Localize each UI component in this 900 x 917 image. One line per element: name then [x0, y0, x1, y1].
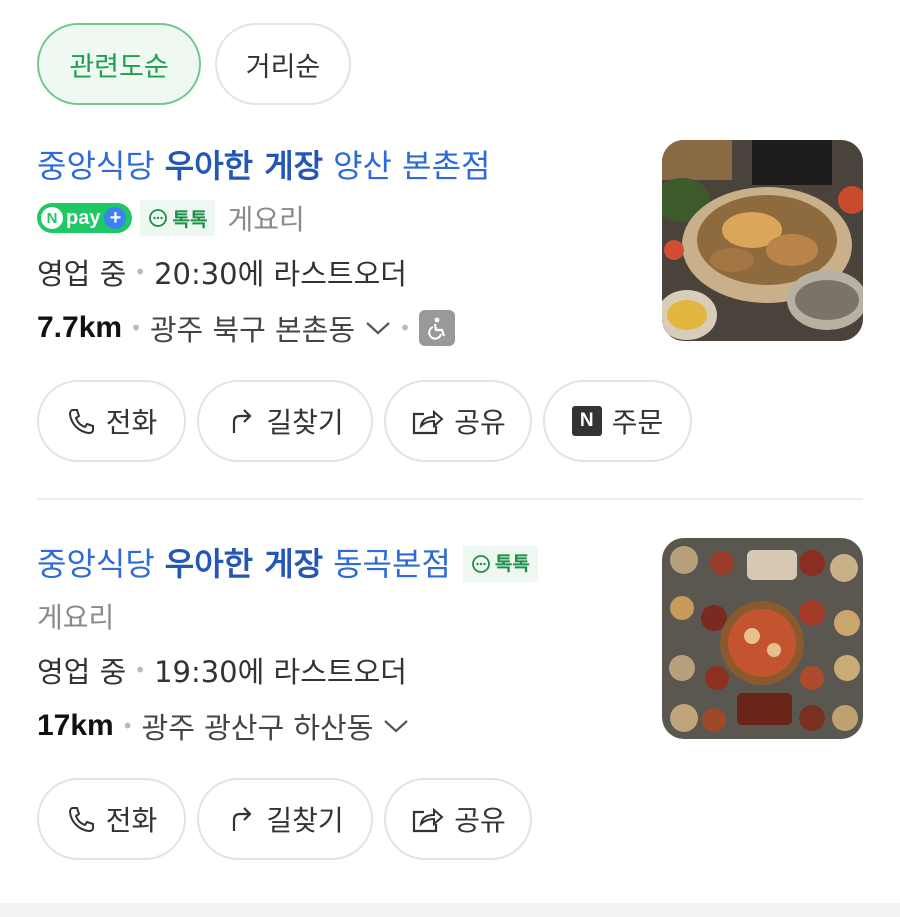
sort-options: 관련도순 거리순	[37, 23, 351, 105]
talktalk-label: 톡톡	[172, 208, 208, 231]
wheelchair-icon	[418, 310, 455, 346]
npay-plus-icon: +	[104, 207, 127, 229]
npay-n-icon: N	[41, 207, 63, 229]
chat-bubble-icon	[149, 209, 168, 227]
last-order-time: 20:30에 라스트오더	[154, 257, 407, 291]
last-order-time: 19:30에 라스트오더	[154, 655, 407, 689]
order-label: 주문	[611, 406, 664, 439]
call-label: 전화	[105, 804, 158, 837]
route-button[interactable]: 길찾기	[197, 778, 373, 860]
distance: 17km	[37, 709, 114, 742]
place-branch: 동곡본점	[333, 545, 451, 583]
naver-order-icon: N	[571, 406, 602, 436]
address-toggle[interactable]: 광주 북구 본촌동	[150, 307, 355, 349]
share-label: 공유	[454, 804, 506, 837]
separator-dot: •	[399, 316, 411, 340]
route-button[interactable]: 길찾기	[197, 380, 373, 462]
place-branch: 양산 본촌점	[333, 147, 491, 185]
talktalk-label: 톡톡	[494, 553, 530, 575]
separator-dot: •	[134, 658, 147, 682]
phone-icon	[68, 409, 94, 435]
route-arrow-icon	[233, 409, 252, 433]
business-status: 영업 중	[37, 655, 127, 689]
business-status: 영업 중	[37, 257, 127, 291]
separator-dot: •	[121, 714, 134, 738]
call-label: 전화	[105, 406, 158, 439]
place-category: 게요리	[37, 601, 115, 634]
route-arrow-icon	[233, 807, 252, 831]
phone-icon	[68, 807, 94, 833]
share-button[interactable]: 공유	[384, 778, 532, 860]
share-icon	[413, 807, 444, 833]
result-divider	[37, 498, 863, 500]
address: 광주 광산구 하산동	[141, 711, 374, 745]
action-buttons: 전화 길찾기 공유 N 주문	[37, 380, 692, 462]
section-end-band	[0, 903, 900, 917]
place-photo[interactable]	[662, 140, 863, 341]
place-highlight: 우아한 게장	[164, 147, 324, 185]
order-button[interactable]: N 주문	[543, 380, 692, 462]
npay-badge: N pay +	[37, 203, 133, 233]
talktalk-badge[interactable]: 톡톡	[140, 200, 216, 236]
address-toggle[interactable]: 광주 광산구 하산동	[142, 705, 374, 747]
call-button[interactable]: 전화	[37, 380, 186, 462]
chevron-down-icon[interactable]	[383, 718, 409, 734]
separator-dot: •	[134, 260, 147, 284]
talktalk-badge[interactable]: 톡톡	[462, 546, 538, 582]
share-icon	[413, 409, 444, 435]
sort-distance-chip[interactable]: 거리순	[215, 23, 351, 105]
place-category: 게요리	[227, 203, 305, 236]
npay-label: pay	[66, 206, 101, 229]
place-brand: 중앙식당	[37, 147, 155, 185]
chevron-down-icon[interactable]	[365, 320, 391, 336]
result-card: 중앙식당 우아한 게장 동곡본점 톡톡 게요리 영업 중 • 19:30에 라스…	[37, 538, 863, 860]
chat-bubble-icon	[471, 555, 490, 573]
share-button[interactable]: 공유	[384, 380, 532, 462]
distance: 7.7km	[37, 311, 123, 344]
call-button[interactable]: 전화	[37, 778, 186, 860]
place-brand: 중앙식당	[37, 545, 155, 583]
address: 광주 북구 본촌동	[149, 313, 356, 347]
share-label: 공유	[454, 406, 506, 439]
place-photo[interactable]	[662, 538, 863, 739]
route-label: 길찾기	[266, 406, 344, 439]
place-highlight: 우아한 게장	[164, 545, 324, 583]
action-buttons: 전화 길찾기 공유	[37, 778, 532, 860]
sort-relevance-chip[interactable]: 관련도순	[37, 23, 201, 105]
separator-dot: •	[130, 316, 142, 340]
result-card: 중앙식당 우아한 게장 양산 본촌점 N pay + 톡톡 게요리 영업 중 •…	[37, 140, 863, 462]
route-label: 길찾기	[266, 804, 344, 837]
